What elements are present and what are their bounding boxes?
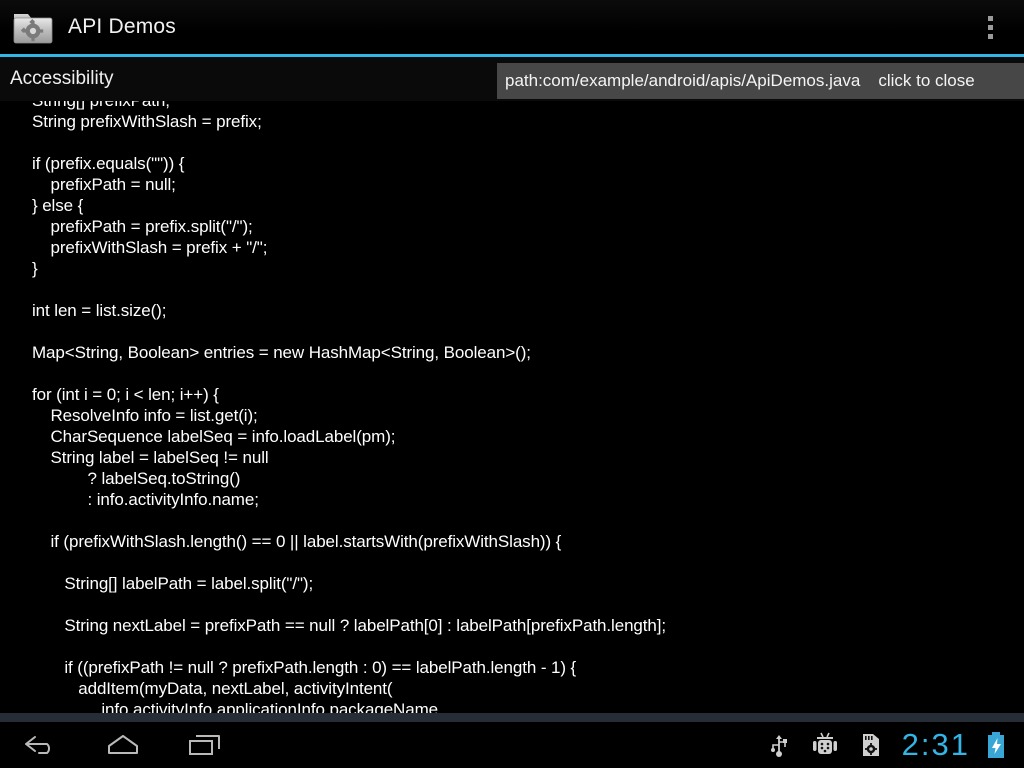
code-line: } xyxy=(32,259,38,278)
code-line: prefixPath = prefix.split("/"); xyxy=(32,217,253,236)
android-screen: API Demos Accessibility path:com/example… xyxy=(0,0,1024,768)
overflow-dot xyxy=(987,24,993,30)
code-line: int len = list.size(); xyxy=(32,301,167,320)
code-line: : info.activityInfo.name; xyxy=(32,490,259,509)
status-clock: 2:31 xyxy=(901,727,970,762)
code-line: info.activityInfo.applicationInfo.packag… xyxy=(32,700,443,713)
overflow-menu-icon[interactable] xyxy=(966,0,1014,54)
code-line: for (int i = 0; i < len; i++) { xyxy=(32,385,219,404)
action-bar: API Demos xyxy=(0,0,1024,54)
code-line: Map<String, Boolean> entries = new HashM… xyxy=(32,343,531,362)
path-overlay-close-label[interactable]: click to close xyxy=(878,71,974,91)
usb-icon xyxy=(756,722,802,768)
code-line: if ((prefixPath != null ? prefixPath.len… xyxy=(32,658,577,677)
code-line: } else { xyxy=(32,196,84,215)
back-arrow-icon[interactable] xyxy=(0,722,82,768)
status-icons-group: 2:31 xyxy=(756,722,1016,768)
code-line: if (prefix.equals("")) { xyxy=(32,154,185,173)
code-line: prefixPath = null; xyxy=(32,175,176,194)
path-overlay-toast[interactable]: path:com/example/android/apis/ApiDemos.j… xyxy=(497,63,1024,99)
code-line: String[] prefixPath; xyxy=(32,101,1024,111)
overflow-dot xyxy=(987,15,993,21)
system-navigation-bar: 2:31 xyxy=(0,713,1024,768)
code-line: prefixWithSlash = prefix + "/"; xyxy=(32,238,268,257)
code-line: CharSequence labelSeq = info.loadLabel(p… xyxy=(32,427,396,446)
nav-buttons-group xyxy=(0,722,246,768)
code-line: String label = labelSeq != null xyxy=(32,448,269,467)
home-icon[interactable] xyxy=(82,722,164,768)
recent-apps-icon[interactable] xyxy=(164,722,246,768)
code-line: if (prefixWithSlash.length() == 0 || lab… xyxy=(32,532,562,551)
code-line: ? labelSeq.toString() xyxy=(32,469,241,488)
code-line: ResolveInfo info = list.get(i); xyxy=(32,406,258,425)
folder-gear-icon xyxy=(12,8,54,46)
sub-header-title: Accessibility xyxy=(10,68,114,89)
code-line: String prefixWithSlash = prefix; xyxy=(32,112,262,131)
overflow-dot xyxy=(987,33,993,39)
battery-charging-icon xyxy=(976,722,1016,768)
code-line: addItem(myData, nextLabel, activityInten… xyxy=(32,679,393,698)
code-scroll-container: String[] prefixPath;String prefixWithSla… xyxy=(0,101,1024,713)
path-overlay-path: path:com/example/android/apis/ApiDemos.j… xyxy=(505,71,861,90)
code-line: String nextLabel = prefixPath == null ? … xyxy=(32,616,667,635)
app-title: API Demos xyxy=(68,15,176,38)
android-debug-icon xyxy=(802,722,848,768)
source-code-viewer[interactable]: String[] prefixPath;String prefixWithSla… xyxy=(0,101,1024,713)
code-line: String[] labelPath = label.split("/"); xyxy=(32,574,314,593)
sd-card-icon xyxy=(848,722,894,768)
